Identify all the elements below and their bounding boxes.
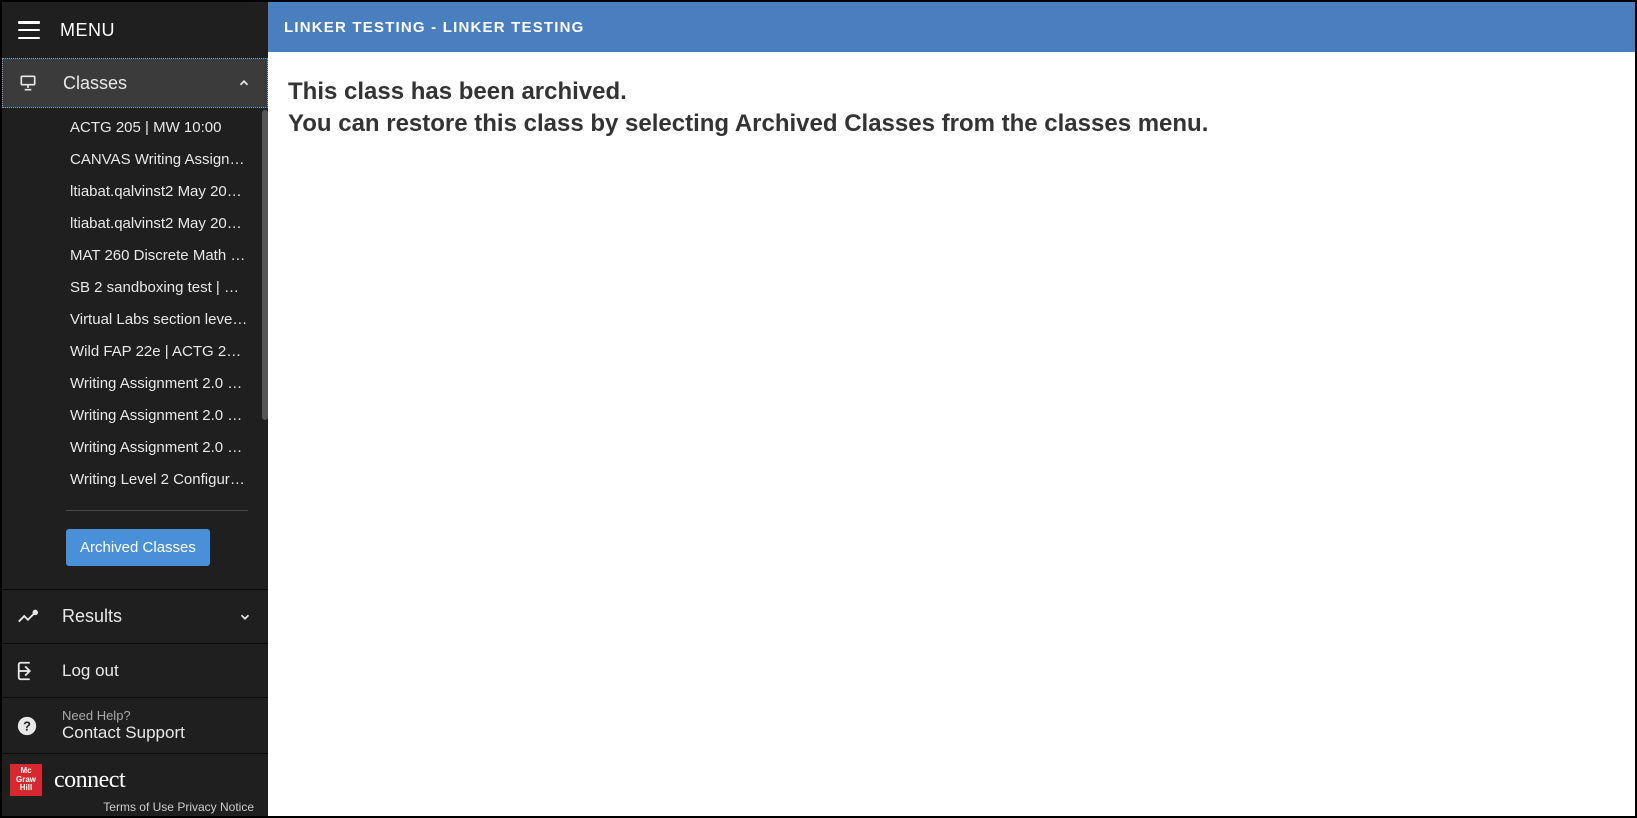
main: LINKER TESTING - LINKER TESTING This cla… [268,2,1635,816]
class-item[interactable]: MAT 260 Discrete Math | ... [2,240,268,272]
class-list-divider [66,510,248,511]
chevron-down-icon [238,610,252,624]
class-list: ACTG 205 | MW 10:00 CANVAS Writing Assig… [2,108,268,582]
sidebar-scrollbar[interactable] [262,110,268,420]
class-item[interactable]: CANVAS Writing Assignm... [2,144,268,176]
contact-support-button[interactable]: ? Need Help? Contact Support [2,697,268,753]
sidebar-section-results[interactable]: Results [2,589,268,643]
classes-icon [17,73,39,93]
class-item[interactable]: Writing Level 2 Configurat... [2,464,268,496]
archived-classes-button[interactable]: Archived Classes [66,529,210,566]
results-icon [16,606,38,628]
content: This class has been archived. You can re… [268,52,1635,165]
class-item[interactable]: ltiabat.qalvinst2 May 2021... [2,176,268,208]
sidebar-section-classes[interactable]: Classes [2,58,268,108]
logout-icon [16,660,38,682]
chevron-up-icon [237,76,251,90]
class-item[interactable]: SB 2 sandboxing test | SB ... [2,272,268,304]
menu-header: MENU [2,2,268,58]
topbar: LINKER TESTING - LINKER TESTING [268,2,1635,52]
brand-row: McGrawHill connect [2,753,268,800]
privacy-link[interactable]: Privacy Notice [177,800,254,814]
sidebar: MENU Classes ACTG 205 | MW 10:00 CANVAS … [2,2,268,816]
hamburger-icon[interactable] [18,21,40,39]
classes-label: Classes [63,73,213,94]
archived-message-line2: You can restore this class by selecting … [288,108,1615,140]
mcgraw-hill-logo: McGrawHill [10,764,42,796]
class-item[interactable]: Writing Assignment 2.0 B... [2,368,268,400]
menu-label: MENU [60,20,115,41]
logout-label: Log out [62,661,119,681]
breadcrumb: LINKER TESTING - LINKER TESTING [284,19,585,36]
class-item[interactable]: ACTG 205 | MW 10:00 [2,112,268,144]
class-item[interactable]: Writing Assignment 2.0 B... [2,432,268,464]
logout-button[interactable]: Log out [2,643,268,697]
class-item[interactable]: Wild FAP 22e | ACTG 205... [2,336,268,368]
class-item[interactable]: Writing Assignment 2.0 B... [2,400,268,432]
archived-message-line1: This class has been archived. [288,76,1615,108]
results-label: Results [62,606,214,627]
terms-link[interactable]: Terms of Use [103,800,174,814]
contact-support-label: Contact Support [62,723,185,742]
footer-links: Terms of Use Privacy Notice [2,800,268,816]
help-prompt: Need Help? [62,708,185,723]
connect-logo: connect [54,767,125,794]
svg-text:?: ? [23,718,31,733]
class-item[interactable]: Virtual Labs section level ... [2,304,268,336]
class-item[interactable]: ltiabat.qalvinst2 May 2021... [2,208,268,240]
help-icon: ? [16,715,38,737]
